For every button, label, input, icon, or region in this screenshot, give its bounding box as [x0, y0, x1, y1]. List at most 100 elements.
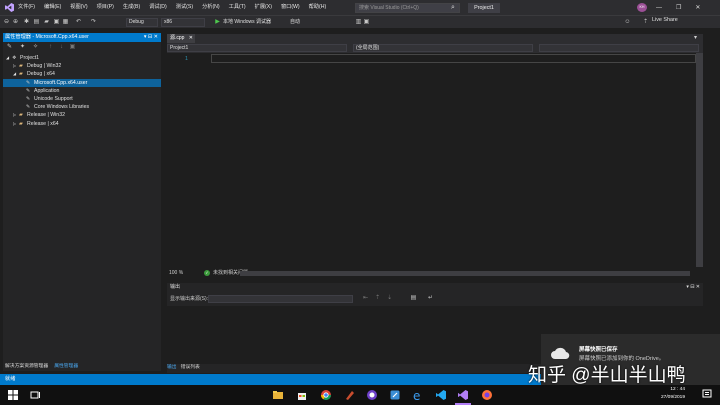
live-share-icon[interactable]: ⇡ [642, 19, 649, 26]
redo-icon[interactable]: ↷ [90, 19, 97, 26]
output-title-bar[interactable]: 输出 ▾ ⊟ ✕ [167, 283, 703, 292]
find-message-icon[interactable]: ⇤ [362, 295, 369, 302]
left-panel-tab[interactable]: 解决方案资源管理器 [3, 363, 50, 371]
restore-icon[interactable]: ❐ [676, 4, 681, 11]
menu-item[interactable]: 工具(T) [229, 0, 246, 15]
tool-app-icon[interactable] [344, 389, 356, 401]
member-dropdown[interactable] [539, 44, 699, 52]
forward-icon[interactable]: ⊕ [12, 19, 19, 26]
clock-date: 27/09/2019 [661, 395, 686, 400]
project-dropdown[interactable]: Project1 [167, 44, 347, 52]
vertical-scrollbar[interactable] [696, 53, 703, 267]
tab-close-icon[interactable]: ✕ [189, 34, 193, 43]
undo-icon[interactable]: ↶ [75, 19, 82, 26]
tab-list-icon[interactable]: ▾ [694, 34, 697, 43]
tree-node[interactable]: ✎ Core Windows Libraries [3, 103, 161, 111]
add-property-sheet-icon[interactable]: ✦ [19, 44, 26, 51]
menu-item[interactable]: 编辑(E) [44, 0, 61, 15]
tab-source-cpp[interactable]: 源.cpp ✕ [167, 34, 195, 43]
next-message-icon[interactable]: ⇣ [386, 295, 393, 302]
zoom-level[interactable]: 100 % [169, 270, 183, 277]
visual-studio-taskbar-icon[interactable] [457, 389, 469, 401]
move-up-icon[interactable]: ↑ [47, 44, 54, 51]
start-debug-icon[interactable]: ▶ [214, 19, 221, 26]
scope-dropdown-value: (全局范围) [356, 45, 380, 51]
file-explorer-icon[interactable] [272, 389, 284, 401]
solution-configuration-dropdown[interactable]: Debug [126, 18, 158, 27]
search-input[interactable]: 搜索 Visual Studio (Ctrl+Q) [355, 3, 460, 13]
debug-mode-dropdown[interactable]: 自动 [290, 18, 300, 27]
wrench-icon: ✎ [26, 104, 31, 111]
menu-item[interactable]: 视图(V) [70, 0, 87, 15]
close-icon[interactable]: ✕ [695, 4, 700, 11]
tree-node[interactable]: ✎ Microsoft.Cpp.x64.user [3, 78, 161, 87]
current-line-highlight [211, 54, 696, 63]
menu-item[interactable]: 调试(D) [149, 0, 167, 15]
tree-node-label: Unicode Support [34, 96, 73, 102]
solution-platform-dropdown[interactable]: x86 [161, 18, 205, 27]
output-pin-close-icon[interactable]: ▾ ⊟ ✕ [686, 283, 700, 292]
left-panel-tabs: 解决方案资源管理器 属性管理器 [3, 363, 80, 371]
notes-app-icon[interactable] [389, 389, 401, 401]
menu-item[interactable]: 分析(N) [202, 0, 220, 15]
tree-node[interactable]: ◢ ▰ Debug | x64 [3, 70, 161, 78]
tree-node[interactable]: ✎ Unicode Support [3, 95, 161, 103]
menu-item[interactable]: 生成(B) [123, 0, 140, 15]
panel-pin-close-icon[interactable]: ▾ ⊟ ✕ [144, 33, 158, 42]
edge-icon[interactable]: e [412, 389, 424, 401]
output-source-dropdown[interactable] [208, 295, 353, 303]
system-clock[interactable]: 12 : 44 27/09/2019 [661, 386, 685, 402]
bookmark-icon[interactable]: ▣ [363, 19, 370, 26]
notification-center-icon[interactable] [702, 389, 712, 399]
firefox-icon[interactable] [481, 389, 493, 401]
store-icon[interactable] [296, 389, 308, 401]
save-icon[interactable]: ▣ [53, 19, 60, 26]
menu-item[interactable]: 项目(P) [97, 0, 114, 15]
menu-item[interactable]: 帮助(H) [309, 0, 327, 15]
code-editor[interactable]: 1 [167, 53, 696, 267]
tree-node[interactable]: ▷ ▰ Release | Win32 [3, 111, 161, 119]
output-tab[interactable]: 错误列表 [181, 364, 200, 372]
menu-item[interactable]: 测试(S) [176, 0, 193, 15]
clear-all-icon[interactable]: ▤ [410, 295, 417, 302]
check-icon: ✓ [204, 270, 210, 276]
property-manager-title-bar[interactable]: 属性管理器 - Microsoft.Cpp.x64.user ▾ ⊟ ✕ [3, 33, 161, 42]
scope-dropdown[interactable]: (全局范围) [353, 44, 533, 52]
word-wrap-icon[interactable]: ↵ [427, 295, 434, 302]
menu-item[interactable]: 文件(F) [18, 0, 35, 15]
tree-node-label: Debug | Win32 [27, 63, 62, 70]
properties-icon[interactable]: ✎ [6, 44, 13, 51]
left-panel-tab[interactable]: 属性管理器 [52, 363, 80, 371]
tree-node[interactable]: ▷ ▰ Debug | Win32 [3, 62, 161, 70]
windows-start-icon[interactable] [7, 389, 19, 401]
new-project-icon[interactable]: ▤ [33, 19, 40, 26]
user-avatar[interactable]: KH [637, 3, 647, 12]
minimize-icon[interactable]: — [656, 5, 662, 11]
open-folder-icon[interactable]: ▰ [43, 19, 50, 26]
tree-node-label: Project1 [20, 55, 40, 61]
move-down-icon[interactable]: ↓ [58, 44, 65, 51]
tree-node[interactable]: ▷ ▰ Release | x64 [3, 120, 161, 128]
tree-node[interactable]: ◢ ❖ Project1 [3, 54, 161, 62]
search-icon[interactable]: ⌕ [448, 3, 458, 12]
debugger-target[interactable]: 本地 Windows 调试器 [223, 18, 271, 27]
menu-item[interactable]: 窗口(W) [281, 0, 300, 15]
task-view-icon[interactable] [29, 389, 41, 401]
save-all-icon[interactable]: ▦ [62, 19, 69, 26]
live-share-button[interactable]: Live Share [652, 17, 678, 23]
menu-item[interactable]: 扩展(X) [255, 0, 272, 15]
new-item-icon[interactable]: ✱ [23, 19, 30, 26]
visual-studio-logo-icon[interactable] [5, 3, 14, 12]
back-icon[interactable]: ⊖ [3, 19, 10, 26]
github-desktop-icon[interactable] [366, 389, 378, 401]
vscode-icon[interactable] [435, 389, 447, 401]
horizontal-scrollbar[interactable] [240, 271, 690, 276]
breakpoint-icon[interactable]: ▥ [355, 19, 362, 26]
save-sheet-icon[interactable]: ▣ [69, 44, 76, 51]
tree-node[interactable]: ✎ Application [3, 87, 161, 95]
chrome-icon[interactable] [320, 389, 332, 401]
prev-message-icon[interactable]: ⇡ [374, 295, 381, 302]
add-existing-sheet-icon[interactable]: ✧ [32, 44, 39, 51]
feedback-icon[interactable]: ☺ [624, 19, 631, 26]
output-tab[interactable]: 输出 [167, 364, 177, 372]
